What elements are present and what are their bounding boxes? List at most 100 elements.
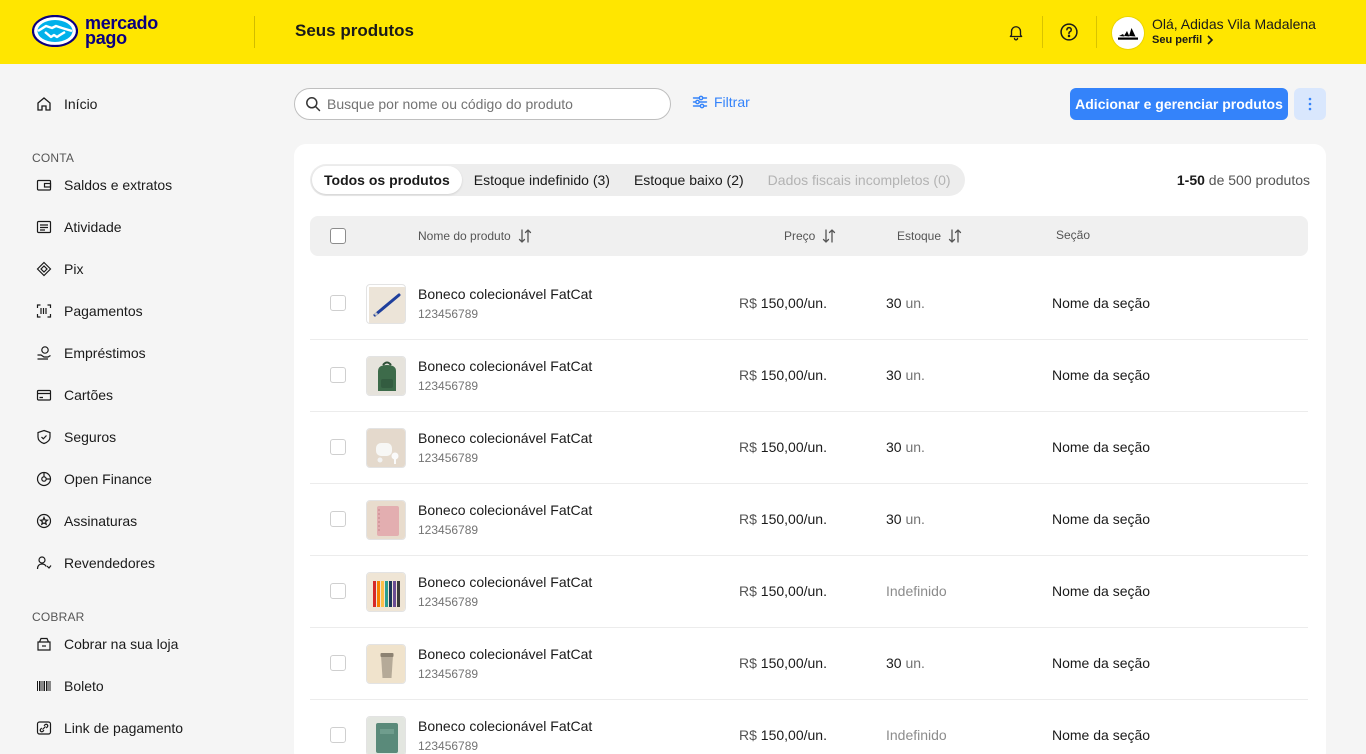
sidebar-item-open-finance[interactable]: Open Finance: [36, 467, 152, 491]
product-code: 123456789: [418, 595, 479, 609]
pix-icon: [36, 261, 52, 277]
add-manage-products-button[interactable]: Adicionar e gerenciar produtos: [1070, 88, 1288, 120]
profile-link-label: Seu perfil: [1152, 34, 1203, 46]
product-code: 123456789: [418, 523, 479, 537]
sidebar-item-pix[interactable]: Pix: [36, 257, 83, 281]
price-currency: R$: [739, 295, 757, 311]
profile-link[interactable]: Seu perfil: [1152, 34, 1214, 46]
chevron-right-icon: [1207, 35, 1214, 45]
sidebar-item-seguros[interactable]: Seguros: [36, 425, 116, 449]
sidebar-item-pagamentos[interactable]: Pagamentos: [36, 299, 143, 323]
help-icon[interactable]: [1057, 20, 1081, 44]
home-icon: [36, 96, 52, 112]
sidebar-section-cobrar: COBRAR: [32, 610, 85, 624]
column-section: Seção: [1056, 228, 1090, 242]
sort-icon: [948, 229, 962, 243]
product-name[interactable]: Boneco colecionável FatCat: [418, 286, 592, 302]
sidebar-item-assinaturas[interactable]: Assinaturas: [36, 509, 137, 533]
stock-qty: 30: [886, 367, 902, 383]
row-checkbox[interactable]: [330, 655, 346, 671]
table-row[interactable]: Boneco colecionável FatCat 123456789 R$ …: [310, 484, 1308, 556]
row-checkbox[interactable]: [330, 511, 346, 527]
table-row[interactable]: Boneco colecionável FatCat 123456789 R$ …: [310, 340, 1308, 412]
product-price: R$ 150,00/un.: [739, 655, 827, 671]
product-price: R$ 150,00/un.: [739, 511, 827, 527]
product-code: 123456789: [418, 667, 479, 681]
row-checkbox[interactable]: [330, 583, 346, 599]
tab-todos-produtos[interactable]: Todos os produtos: [312, 166, 462, 194]
product-name[interactable]: Boneco colecionável FatCat: [418, 718, 592, 734]
sidebar-item-revendedores[interactable]: Revendedores: [36, 551, 155, 575]
shield-icon: [36, 429, 52, 445]
filter-label: Filtrar: [714, 94, 750, 110]
tab-dados-fiscais: Dados fiscais incompletos (0): [767, 172, 951, 188]
sidebar-item-cobrar-loja[interactable]: Cobrar na sua loja: [36, 632, 178, 656]
open-finance-icon: [36, 471, 52, 487]
search-box: [294, 88, 671, 120]
product-name[interactable]: Boneco colecionável FatCat: [418, 430, 592, 446]
product-price: R$ 150,00/un.: [739, 727, 827, 743]
product-section: Nome da seção: [1052, 439, 1151, 455]
more-options-button[interactable]: [1294, 88, 1326, 120]
header-separator: [1096, 16, 1097, 48]
sidebar-item-label: Assinaturas: [64, 513, 138, 529]
filter-button[interactable]: Filtrar: [692, 94, 750, 110]
product-name[interactable]: Boneco colecionável FatCat: [418, 646, 592, 662]
column-price[interactable]: Preço: [784, 228, 837, 244]
product-name[interactable]: Boneco colecionável FatCat: [418, 574, 592, 590]
header-separator: [1042, 16, 1043, 48]
product-code: 123456789: [418, 307, 479, 321]
bell-icon[interactable]: [1004, 20, 1028, 44]
row-checkbox[interactable]: [330, 727, 346, 743]
product-name[interactable]: Boneco colecionável FatCat: [418, 502, 592, 518]
product-section: Nome da seção: [1052, 511, 1151, 527]
price-amount: 150,00/un.: [760, 295, 827, 311]
sidebar-item-cartoes[interactable]: Cartões: [36, 383, 113, 407]
row-checkbox[interactable]: [330, 439, 346, 455]
page-title: Seus produtos: [295, 21, 415, 40]
header-divider: [254, 16, 255, 48]
column-name[interactable]: Nome do produto: [418, 228, 533, 244]
mercado-pago-logo[interactable]: mercado pago: [32, 14, 158, 47]
sidebar-item-label: Atividade: [64, 219, 122, 235]
avatar[interactable]: [1112, 17, 1144, 49]
table-row[interactable]: Boneco colecionável FatCat 123456789 R$ …: [310, 268, 1308, 340]
sidebar-item-inicio[interactable]: Início: [36, 92, 97, 116]
kebab-menu-icon: [1308, 97, 1312, 111]
table-row[interactable]: Boneco colecionável FatCat 123456789 R$ …: [310, 700, 1308, 754]
barcode-icon: [36, 678, 52, 694]
sidebar-item-emprestimos[interactable]: Empréstimos: [36, 341, 146, 365]
price-amount: 150,00/un.: [760, 439, 827, 455]
table-row[interactable]: Boneco colecionável FatCat 123456789 R$ …: [310, 412, 1308, 484]
column-stock[interactable]: Estoque: [897, 228, 963, 244]
table-row[interactable]: Boneco colecionável FatCat 123456789 R$ …: [310, 556, 1308, 628]
select-all-checkbox[interactable]: [330, 228, 346, 244]
sidebar-item-saldos[interactable]: Saldos e extratos: [36, 173, 172, 197]
product-name[interactable]: Boneco colecionável FatCat: [418, 358, 592, 374]
sidebar-item-label: Revendedores: [64, 555, 156, 571]
stock-value: 30 un.: [886, 367, 925, 383]
loan-icon: [36, 345, 52, 361]
stock-qty: 30: [886, 439, 902, 455]
tab-estoque-baixo[interactable]: Estoque baixo (2): [622, 166, 756, 194]
sidebar-section-conta: CONTA: [32, 151, 75, 165]
product-thumbnail: [366, 716, 406, 754]
sidebar-item-atividade[interactable]: Atividade: [36, 215, 122, 239]
price-amount: 150,00/un.: [760, 367, 827, 383]
price-currency: R$: [739, 511, 757, 527]
tab-estoque-indefinido[interactable]: Estoque indefinido (3): [462, 166, 622, 194]
sidebar-item-boleto[interactable]: Boleto: [36, 674, 104, 698]
stock-unit: un.: [905, 655, 925, 671]
row-checkbox[interactable]: [330, 295, 346, 311]
stock-value: 30 un.: [886, 511, 925, 527]
table-header: Nome do produto Preço Estoque Seção: [310, 216, 1308, 256]
stock-value: Indefinido: [886, 727, 947, 743]
sidebar-item-label: Link de pagamento: [64, 720, 184, 736]
table-row[interactable]: Boneco colecionável FatCat 123456789 R$ …: [310, 628, 1308, 700]
price-currency: R$: [739, 439, 757, 455]
sidebar-item-label: Open Finance: [64, 471, 152, 487]
sidebar-item-link-pagamento[interactable]: Link de pagamento: [36, 716, 183, 740]
product-section: Nome da seção: [1052, 727, 1151, 743]
row-checkbox[interactable]: [330, 367, 346, 383]
search-input[interactable]: [327, 96, 657, 112]
